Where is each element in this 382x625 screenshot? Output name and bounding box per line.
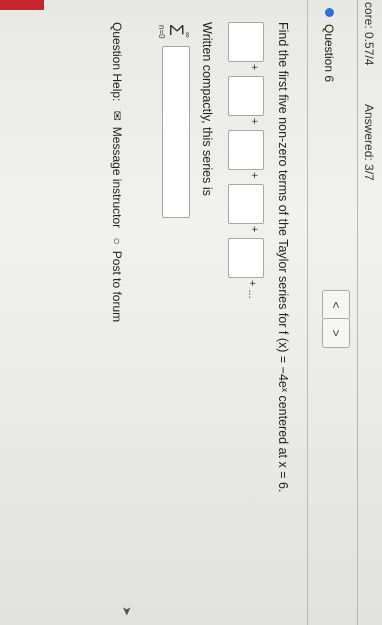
score-text: core: 0.57/4 <box>362 2 376 66</box>
question-help: Question Help: ✉ Message instructor ○ Post… <box>110 22 124 328</box>
message-instructor-link[interactable]: Message instructor <box>110 127 124 228</box>
message-icon: ✉ <box>110 110 124 121</box>
prev-question-button[interactable]: < <box>322 290 350 320</box>
red-accent-bar <box>0 0 44 10</box>
plus-sign: + <box>248 226 260 233</box>
plus-sign: + <box>248 64 260 71</box>
summation-upper-limit: ∞ <box>183 32 192 38</box>
term-2-input[interactable] <box>228 76 264 116</box>
status-bar: core: 0.57/4 Answered: 3/7 <box>360 0 382 625</box>
summation-lower-limit: n=0 <box>157 25 166 39</box>
divider <box>357 0 358 625</box>
series-ellipsis: + ... <box>246 280 258 299</box>
compact-series-label: Written compactly, this series is <box>200 22 214 196</box>
term-1-input[interactable] <box>228 22 264 62</box>
divider <box>307 0 308 625</box>
question-select-label: Question 6 <box>322 24 336 83</box>
question-page: core: 0.57/4 Answered: 3/7 Question 6 ▼ … <box>0 0 382 625</box>
series-formula-input[interactable] <box>162 46 190 218</box>
next-question-button[interactable]: > <box>322 318 350 348</box>
term-3-input[interactable] <box>228 130 264 170</box>
forum-icon: ○ <box>110 237 124 245</box>
term-4-input[interactable] <box>228 184 264 224</box>
question-help-label: Question Help: <box>110 22 124 102</box>
term-5-input[interactable] <box>228 238 264 278</box>
status-dot-icon <box>325 8 334 17</box>
mouse-cursor-icon: ➤ <box>120 606 134 617</box>
plus-sign: + <box>248 172 260 179</box>
post-to-forum-link[interactable]: Post to forum <box>110 251 124 322</box>
question-prompt: Find the first five non-zero terms of th… <box>276 22 290 493</box>
answered-count: Answered: 3/7 <box>362 104 376 181</box>
plus-sign: + <box>248 118 260 125</box>
